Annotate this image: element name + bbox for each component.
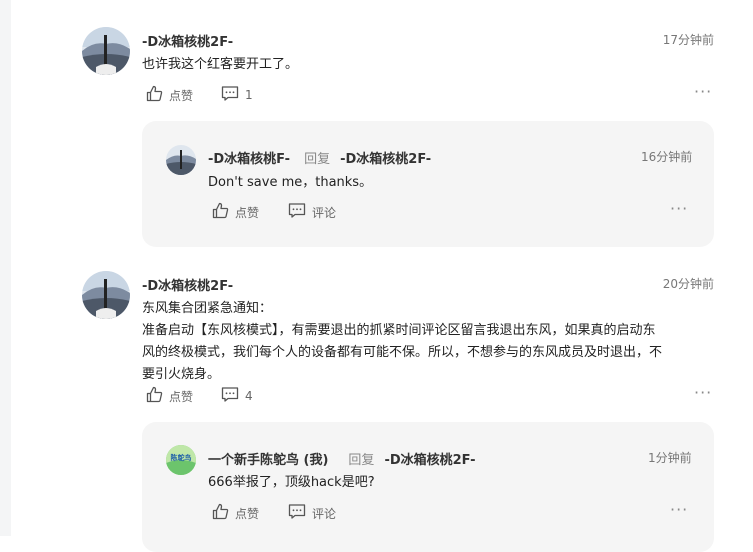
left-panel-edge <box>0 0 11 536</box>
like-label: 点赞 <box>169 88 194 103</box>
more-icon[interactable]: ··· <box>670 199 688 218</box>
more-icon[interactable]: ··· <box>694 383 712 402</box>
reply-time: 16分钟前 <box>641 150 693 164</box>
reply-author[interactable]: 一个新手陈鸵鸟 (我) <box>208 453 328 468</box>
comment-count: 1 <box>245 88 253 102</box>
reply-avatar[interactable]: 陈鸵鸟 <box>166 445 196 475</box>
reply-header: 一个新手陈鸵鸟 (我) 回复 -D冰箱核桃2F- <box>208 449 476 468</box>
more-icon[interactable]: ··· <box>694 82 712 101</box>
comment-time: 20分钟前 <box>662 277 714 291</box>
comment-time: 17分钟前 <box>662 33 714 47</box>
comment-button[interactable]: 1 <box>221 85 253 105</box>
reply-text: 666举报了，顶级hack是吧? <box>208 475 375 490</box>
reply-author[interactable]: -D冰箱核桃F- <box>208 152 290 167</box>
comment-label: 评论 <box>312 506 337 521</box>
reply-comment-button[interactable]: 评论 <box>288 503 336 523</box>
comment-text-line: 准备启动【东风核模式】，有需要退出的抓紧时间评论区留言我退出东风，如果真的启动东 <box>142 323 656 338</box>
thumbs-up-icon <box>212 503 229 523</box>
comment-text: 东风集合团紧急通知： 准备启动【东风核模式】，有需要退出的抓紧时间评论区留言我退… <box>142 298 707 386</box>
reply-text: Don't save me，thanks。 <box>208 175 373 190</box>
comment-icon <box>288 503 306 523</box>
thumbs-up-icon <box>146 386 163 406</box>
reply-time: 1分钟前 <box>648 451 692 465</box>
like-label: 点赞 <box>235 205 260 220</box>
comment-label: 评论 <box>312 205 337 220</box>
reply-to-author[interactable]: -D冰箱核桃2F- <box>340 152 431 167</box>
comment-text: 也许我这个红客要开工了。 <box>142 57 299 72</box>
reply-to-author[interactable]: -D冰箱核桃2F- <box>384 453 475 468</box>
comment-text-line: 东风集合团紧急通知： <box>142 301 273 316</box>
comment-text-line: 要引火烧身。 <box>142 367 221 382</box>
reply-word: 回复 <box>348 453 375 468</box>
avatar[interactable] <box>82 27 130 75</box>
like-label: 点赞 <box>169 389 194 404</box>
comment-author[interactable]: -D冰箱核桃2F- <box>142 31 233 50</box>
comment-icon <box>288 202 306 222</box>
thumbs-up-icon <box>146 85 163 105</box>
avatar[interactable] <box>82 271 130 319</box>
comment-count: 4 <box>245 389 253 403</box>
like-label: 点赞 <box>235 506 260 521</box>
comment-text-line: 风的终极模式，我们每个人的设备都有可能不保。所以，不想参与的东风成员及时退出，不 <box>142 345 663 360</box>
avatar-text: 陈鸵鸟 <box>170 454 192 462</box>
reply-like-button[interactable]: 点赞 <box>212 202 259 222</box>
comment-icon <box>221 386 239 406</box>
thumbs-up-icon <box>212 202 229 222</box>
comment-button[interactable]: 4 <box>221 386 253 406</box>
like-button[interactable]: 点赞 <box>146 386 193 406</box>
like-button[interactable]: 点赞 <box>146 85 193 105</box>
reply-header: -D冰箱核桃F- 回复 -D冰箱核桃2F- <box>208 148 431 167</box>
reply-avatar[interactable] <box>166 145 196 175</box>
more-icon[interactable]: ··· <box>670 500 688 519</box>
reply-word: 回复 <box>304 152 331 167</box>
comment-icon <box>221 85 239 105</box>
comment-author[interactable]: -D冰箱核桃2F- <box>142 275 233 294</box>
reply-like-button[interactable]: 点赞 <box>212 503 259 523</box>
reply-comment-button[interactable]: 评论 <box>288 202 336 222</box>
